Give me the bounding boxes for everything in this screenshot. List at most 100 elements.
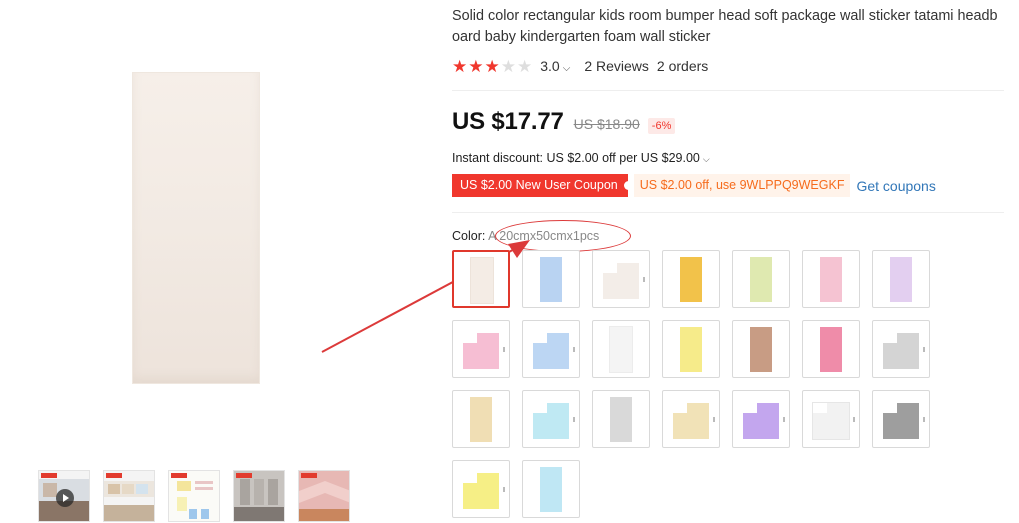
swatch-cutout bbox=[533, 403, 547, 413]
swatch-fill bbox=[471, 258, 493, 303]
swatch-fill bbox=[750, 327, 772, 372]
discount-badge: -6% bbox=[647, 118, 676, 134]
play-video-icon[interactable] bbox=[56, 489, 74, 507]
product-title: Solid color rectangular kids room bumper… bbox=[452, 8, 998, 45]
swatch-cutout bbox=[603, 263, 617, 273]
swatch-dimension-tick bbox=[923, 417, 925, 422]
swatch-fill bbox=[680, 327, 702, 372]
instant-discount-text: Instant discount: US $2.00 off per US $2… bbox=[452, 151, 700, 165]
swatch-fill bbox=[540, 467, 562, 512]
chevron-down-icon: ⌵ bbox=[702, 154, 710, 164]
coupon-row: US $2.00 New User Coupon US $2.00 off, u… bbox=[452, 174, 936, 197]
swatch-cutout bbox=[743, 403, 757, 413]
color-label-text: Color: bbox=[452, 229, 486, 243]
color-swatch[interactable] bbox=[802, 320, 860, 378]
price-row: US $17.77 US $18.90 -6% bbox=[452, 108, 676, 136]
color-swatch[interactable] bbox=[662, 390, 720, 448]
color-swatch[interactable] bbox=[522, 250, 580, 308]
color-swatch[interactable] bbox=[452, 250, 510, 308]
thumbnail-room-picture bbox=[104, 481, 154, 521]
coupon-code-badge[interactable]: US $2.00 off, use 9WLPPQ9WEGKF bbox=[633, 174, 851, 197]
color-swatch[interactable] bbox=[662, 250, 720, 308]
swatch-fill bbox=[890, 257, 912, 302]
thumbnail-room-picture bbox=[299, 471, 349, 521]
chevron-down-icon: ⌵ bbox=[562, 63, 571, 74]
thumbnail-video[interactable] bbox=[38, 470, 90, 522]
color-swatch[interactable] bbox=[802, 250, 860, 308]
star-empty-icon: ★ bbox=[517, 56, 533, 76]
color-swatch[interactable] bbox=[872, 390, 930, 448]
main-product-image[interactable] bbox=[132, 72, 260, 384]
swatch-fill bbox=[610, 327, 632, 372]
reviews-link[interactable]: 2 Reviews bbox=[584, 58, 649, 74]
swatch-fill bbox=[820, 257, 842, 302]
swatch-fill bbox=[750, 257, 772, 302]
swatch-fill bbox=[470, 397, 492, 442]
swatch-dimension-tick bbox=[573, 417, 575, 422]
color-swatch[interactable] bbox=[732, 250, 790, 308]
swatch-cutout bbox=[673, 403, 687, 413]
swatch-fill bbox=[820, 327, 842, 372]
color-swatch[interactable] bbox=[872, 250, 930, 308]
swatch-dimension-tick bbox=[573, 347, 575, 352]
color-swatch[interactable] bbox=[872, 320, 930, 378]
color-swatch[interactable] bbox=[592, 390, 650, 448]
swatch-fill bbox=[680, 257, 702, 302]
color-swatch[interactable] bbox=[452, 390, 510, 448]
thumbnail-badge bbox=[41, 473, 57, 478]
thumbnail-2[interactable] bbox=[103, 470, 155, 522]
original-price: US $18.90 bbox=[573, 116, 640, 132]
color-swatch[interactable] bbox=[802, 390, 860, 448]
color-swatch[interactable] bbox=[732, 320, 790, 378]
color-swatch[interactable] bbox=[452, 320, 510, 378]
orders-count: 2 orders bbox=[656, 58, 709, 74]
swatch-dimension-tick bbox=[853, 417, 855, 422]
swatch-dimension-tick bbox=[643, 277, 645, 282]
color-swatch[interactable] bbox=[662, 320, 720, 378]
swatch-cutout bbox=[463, 333, 477, 343]
get-coupons-link[interactable]: Get coupons bbox=[856, 178, 935, 194]
color-swatch[interactable] bbox=[732, 390, 790, 448]
color-swatch[interactable] bbox=[592, 250, 650, 308]
swatch-dimension-tick bbox=[923, 347, 925, 352]
current-price: US $17.77 bbox=[452, 108, 564, 135]
color-swatch[interactable] bbox=[522, 390, 580, 448]
swatch-cutout bbox=[463, 473, 477, 483]
thumbnail-badge bbox=[236, 473, 252, 478]
divider bbox=[452, 90, 1004, 91]
color-swatch[interactable] bbox=[522, 460, 580, 518]
star-filled-icon: ★ bbox=[452, 56, 468, 76]
star-filled-icon: ★ bbox=[468, 56, 484, 76]
star-filled-icon: ★ bbox=[484, 56, 500, 76]
swatch-dimension-tick bbox=[783, 417, 785, 422]
swatch-cutout bbox=[533, 333, 547, 343]
swatch-dimension-tick bbox=[503, 347, 505, 352]
thumbnail-room-picture bbox=[234, 471, 284, 521]
star-empty-icon: ★ bbox=[500, 56, 516, 76]
thumbnail-diagram-picture bbox=[177, 481, 213, 519]
rating-score-dropdown[interactable]: 3.0 ⌵ bbox=[540, 58, 570, 74]
swatch-fill bbox=[610, 397, 632, 442]
swatch-dimension-tick bbox=[713, 417, 715, 422]
swatch-cutout bbox=[813, 403, 827, 413]
thumbnail-badge bbox=[301, 473, 317, 478]
color-swatch[interactable] bbox=[522, 320, 580, 378]
thumbnail-badge bbox=[171, 473, 187, 478]
swatch-cutout bbox=[883, 403, 897, 413]
thumbnail-5[interactable] bbox=[298, 470, 350, 522]
thumbnail-4[interactable] bbox=[233, 470, 285, 522]
rating-row: ★ ★ ★ ★ ★ 3.0 ⌵ 2 Reviews 2 orders bbox=[452, 57, 708, 75]
annotation-ellipse bbox=[495, 220, 631, 252]
thumbnail-3[interactable] bbox=[168, 470, 220, 522]
color-swatch[interactable] bbox=[452, 460, 510, 518]
instant-discount[interactable]: Instant discount: US $2.00 off per US $2… bbox=[452, 151, 710, 165]
color-swatch[interactable] bbox=[592, 320, 650, 378]
new-user-coupon[interactable]: US $2.00 New User Coupon bbox=[452, 174, 629, 197]
rating-score: 3.0 bbox=[540, 58, 560, 74]
swatch-dimension-tick bbox=[503, 487, 505, 492]
divider bbox=[452, 212, 1004, 213]
thumbnail-badge bbox=[106, 473, 122, 478]
swatch-cutout bbox=[883, 333, 897, 343]
swatch-fill bbox=[540, 257, 562, 302]
star-rating: ★ ★ ★ ★ ★ bbox=[452, 58, 532, 75]
